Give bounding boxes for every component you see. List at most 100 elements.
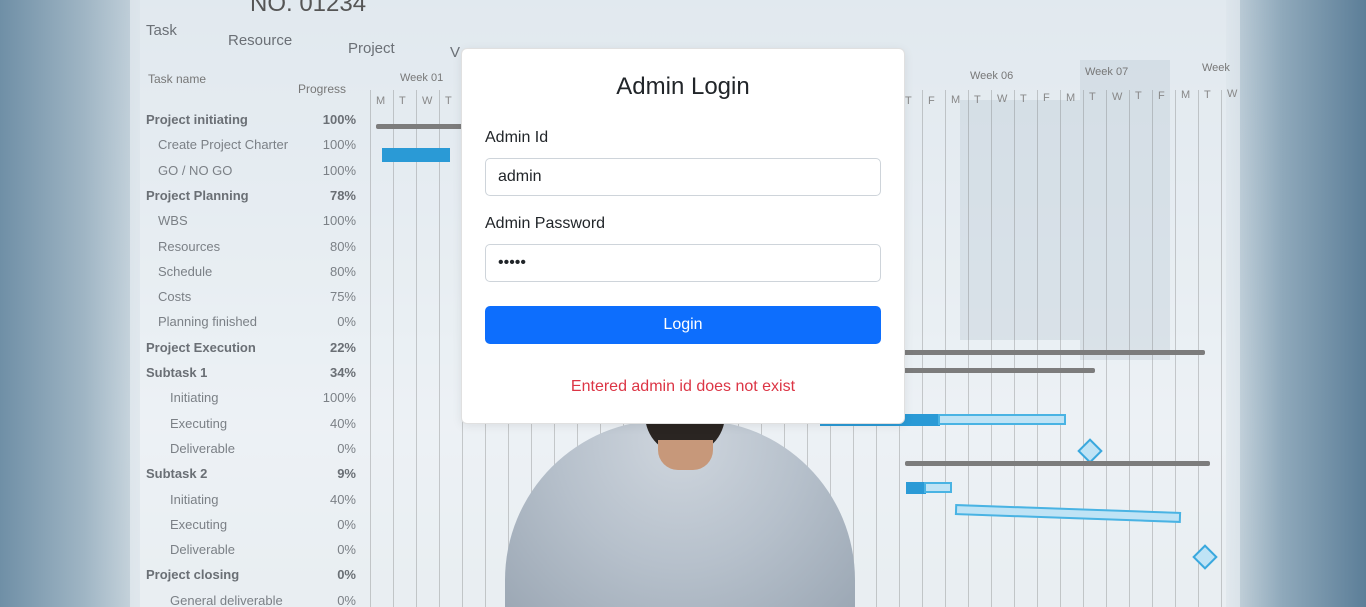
gantt-tab-task: Task <box>146 22 177 39</box>
gantt-task-row: Initiating 40% <box>146 492 356 512</box>
gantt-task-name: Executing <box>170 516 228 532</box>
grid-line <box>393 90 394 607</box>
gantt-title: NO. 01234 <box>250 0 367 17</box>
day-label: W <box>1227 88 1238 100</box>
grid-line <box>439 90 440 607</box>
day-label: M <box>1181 89 1191 101</box>
grid-line <box>1221 90 1222 607</box>
grid-line <box>1060 90 1061 607</box>
day-label: T <box>445 95 452 107</box>
gantt-task-row: Deliverable 0% <box>146 441 356 461</box>
grid-line <box>370 90 371 607</box>
milestone-icon <box>1077 438 1103 464</box>
grid-line <box>945 90 946 607</box>
gantt-task-row: Resources 80% <box>146 239 356 259</box>
gantt-task-progress: 0% <box>337 314 356 330</box>
gantt-task-progress: 100% <box>322 390 356 406</box>
grid-line <box>416 90 417 607</box>
day-label: T <box>974 93 981 106</box>
gantt-task-row: Project initiating 100% <box>146 112 356 132</box>
gantt-task-row: Project Planning 78% <box>146 188 356 208</box>
gantt-task-row: Deliverable 0% <box>146 542 356 562</box>
gantt-task-row: GO / NO GO 100% <box>146 163 356 183</box>
gantt-task-progress: 0% <box>337 542 356 558</box>
gantt-task-row: Schedule 80% <box>146 264 356 284</box>
gantt-tab-project: Project <box>348 40 395 57</box>
week-label: Week 01 <box>400 72 444 84</box>
gantt-task-row: General deliverable 0% <box>146 593 356 607</box>
milestone-icon <box>1192 544 1218 570</box>
gantt-task-progress: 0% <box>337 592 356 607</box>
gantt-task-bar <box>924 482 952 493</box>
gantt-task-progress: 80% <box>329 263 356 279</box>
gantt-task-progress: 9% <box>337 466 356 482</box>
grid-line <box>968 90 969 607</box>
gantt-task-name: Project Execution <box>146 339 256 355</box>
grid-line <box>1175 90 1176 607</box>
grid-line <box>1083 90 1084 607</box>
gantt-task-row: Project Execution 22% <box>146 340 356 360</box>
gantt-task-name: Project initiating <box>146 112 248 127</box>
gantt-task-progress: 100% <box>322 112 356 127</box>
gantt-task-progress: 75% <box>329 289 356 305</box>
grid-line <box>1152 90 1153 607</box>
gantt-task-name: Create Project Charter <box>158 137 289 153</box>
gantt-task-row: Subtask 2 9% <box>146 466 356 486</box>
gantt-task-name: Schedule <box>158 263 213 279</box>
gantt-task-progress: 22% <box>329 339 356 355</box>
gantt-task-bar <box>382 148 450 162</box>
grid-line <box>1106 90 1107 607</box>
grid-line <box>1037 90 1038 607</box>
gantt-task-row: Planning finished 0% <box>146 314 356 334</box>
week-label: Week 07 <box>1085 66 1129 78</box>
gantt-task-row: Create Project Charter 100% <box>146 137 356 157</box>
day-label: T <box>905 95 912 107</box>
gantt-summary-bar <box>376 124 466 129</box>
gantt-tab-resource: Resource <box>228 32 293 49</box>
grid-line <box>922 90 923 607</box>
gantt-task-row: Executing 0% <box>146 517 356 537</box>
city-right-decoration <box>1226 0 1366 607</box>
day-label: T <box>1135 90 1142 102</box>
gantt-task-name: Initiating <box>170 491 219 507</box>
day-label: W <box>1112 90 1123 103</box>
gantt-task-bar <box>906 482 926 494</box>
admin-id-label: Admin Id <box>485 129 549 146</box>
gantt-task-progress: 40% <box>329 415 356 431</box>
gantt-task-progress: 34% <box>329 365 356 380</box>
error-message: Entered admin id does not exist <box>570 378 796 395</box>
gantt-task-progress: 100% <box>322 137 356 153</box>
gantt-task-progress: 0% <box>337 440 356 456</box>
admin-password-label: Admin Password <box>485 215 606 232</box>
login-button[interactable]: Login <box>485 306 881 344</box>
gantt-task-row: Subtask 1 34% <box>146 365 356 385</box>
gantt-task-name: Project closing <box>146 567 240 583</box>
gantt-task-name: WBS <box>158 213 188 229</box>
day-label: M <box>376 95 386 107</box>
day-label: T <box>399 95 406 107</box>
gantt-task-row: Initiating 100% <box>146 390 356 410</box>
admin-password-input[interactable] <box>485 244 881 282</box>
gantt-task-row: Executing 40% <box>146 416 356 436</box>
gantt-task-name: Executing <box>170 415 228 431</box>
gantt-task-row: Project closing 0% <box>146 567 356 587</box>
admin-id-input[interactable] <box>485 158 881 196</box>
gantt-tab-view: V <box>450 44 461 61</box>
gantt-task-progress: 80% <box>329 238 356 254</box>
gantt-task-name: GO / NO GO <box>158 162 233 178</box>
day-label: T <box>1204 88 1211 101</box>
day-label: T <box>1089 91 1096 103</box>
gantt-task-bar <box>938 414 1066 425</box>
gantt-summary-bar <box>905 461 1210 466</box>
day-label: M <box>951 94 961 106</box>
grid-line <box>1014 90 1015 607</box>
day-label: T <box>1020 92 1027 105</box>
day-label: F <box>1043 92 1050 104</box>
gantt-task-name: Costs <box>158 289 192 305</box>
gantt-task-name: Resources <box>158 238 221 254</box>
gantt-task-name: Deliverable <box>170 542 236 558</box>
gantt-task-name: General deliverable <box>170 592 283 607</box>
gantt-task-progress: 78% <box>329 187 356 203</box>
gantt-task-row: Costs 75% <box>146 289 356 309</box>
gantt-task-name: Subtask 1 <box>146 365 208 380</box>
